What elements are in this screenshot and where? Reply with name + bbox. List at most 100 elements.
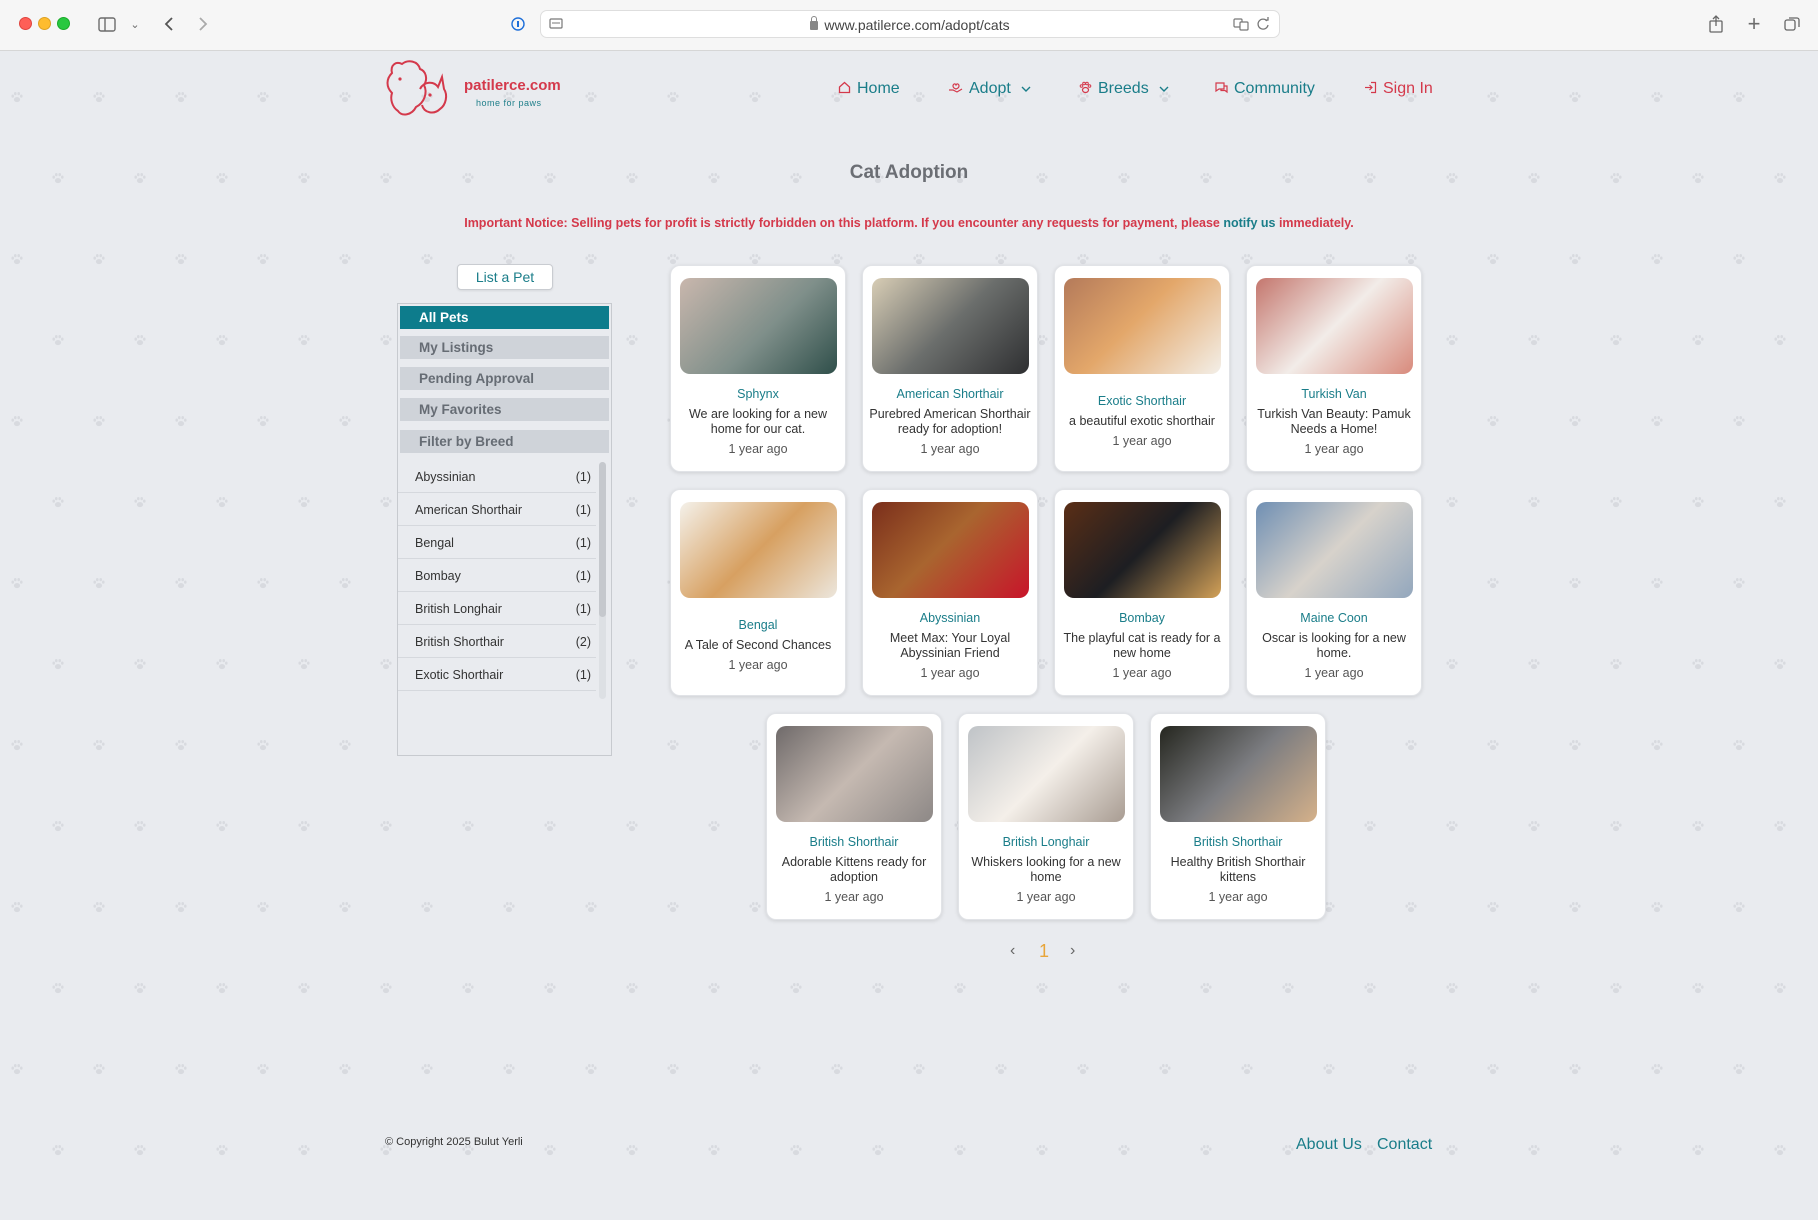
pet-card[interactable]: Bengal A Tale of Second Chances 1 year ago	[670, 489, 846, 696]
pet-photo[interactable]	[968, 726, 1125, 822]
paw-print-icon	[380, 334, 392, 346]
paw-print-icon	[995, 253, 1007, 265]
tab-all-pets[interactable]: All Pets	[400, 306, 609, 329]
breed-filter-item[interactable]: Bombay (1)	[398, 559, 596, 592]
pet-photo[interactable]	[1064, 278, 1221, 374]
breed-filter-item[interactable]: American Shorthair (1)	[398, 493, 596, 526]
pet-card[interactable]: American Shorthair Purebred American Shor…	[862, 265, 1038, 472]
pet-card[interactable]: Abyssinian Meet Max: Your Loyal Abyssinia…	[862, 489, 1038, 696]
pet-card-text: Turkish Van Turkish Van Beauty: Pamuk Nee…	[1253, 387, 1415, 457]
pet-breed[interactable]: American Shorthair	[869, 387, 1031, 402]
pet-photo[interactable]	[872, 278, 1029, 374]
tab-overview-icon[interactable]	[1782, 13, 1802, 35]
previous-page-button[interactable]: ‹	[1010, 942, 1015, 960]
breed-filter-item[interactable]: British Shorthair (2)	[398, 625, 596, 658]
paw-print-icon	[626, 820, 638, 832]
current-page-number[interactable]: 1	[1039, 941, 1049, 962]
paw-print-icon	[667, 901, 679, 913]
address-bar[interactable]: www.patilerce.com/adopt/cats	[540, 10, 1280, 38]
pet-description: Purebred American Shorthair ready for ad…	[869, 406, 1031, 436]
pet-breed[interactable]: British Shorthair	[1157, 835, 1319, 850]
pet-photo[interactable]	[680, 502, 837, 598]
pet-breed[interactable]: Sphynx	[677, 387, 839, 402]
pet-card[interactable]: British Longhair Whiskers looking for a n…	[958, 713, 1134, 920]
breed-list-scrollbar[interactable]	[599, 462, 606, 699]
pet-breed[interactable]: British Shorthair	[773, 835, 935, 850]
nav-home[interactable]: Home	[838, 80, 900, 98]
new-tab-icon[interactable]: +	[1744, 11, 1764, 36]
contact-link[interactable]: Contact	[1377, 1136, 1432, 1154]
forward-icon[interactable]	[194, 13, 212, 35]
scrollbar-thumb[interactable]	[599, 462, 606, 617]
pet-breed[interactable]: British Longhair	[965, 835, 1127, 850]
breed-filter-item[interactable]: Abyssinian (1)	[398, 460, 596, 493]
pet-photo[interactable]	[776, 726, 933, 822]
list-a-pet-button[interactable]: List a Pet	[457, 264, 553, 290]
notice-text-end: immediately.	[1278, 216, 1354, 230]
close-window-button[interactable]	[19, 17, 32, 30]
about-us-link[interactable]: About Us	[1296, 1136, 1362, 1154]
pet-photo[interactable]	[680, 278, 837, 374]
share-icon[interactable]	[1706, 13, 1726, 35]
pet-photo[interactable]	[1256, 278, 1413, 374]
paw-print-icon	[1487, 1063, 1499, 1075]
next-page-button[interactable]: ›	[1070, 942, 1075, 960]
pet-breed[interactable]: Turkish Van	[1253, 387, 1415, 402]
paw-print-icon	[1487, 577, 1499, 589]
paw-print-icon	[585, 901, 597, 913]
breed-filter-item[interactable]: Exotic Shorthair (1)	[398, 658, 596, 691]
reload-icon[interactable]	[1256, 17, 1270, 36]
paw-print-icon	[544, 1144, 556, 1156]
translate-icon[interactable]	[1233, 17, 1249, 36]
breed-filter-item[interactable]: British Longhair (1)	[398, 592, 596, 625]
pet-breed[interactable]: Abyssinian	[869, 611, 1031, 626]
paw-print-icon	[257, 415, 269, 427]
breed-filter-item[interactable]: Bengal (1)	[398, 526, 596, 559]
paw-print-icon	[1446, 334, 1458, 346]
filter-by-breed-header[interactable]: Filter by Breed	[400, 430, 609, 453]
pet-card-text: Abyssinian Meet Max: Your Loyal Abyssinia…	[869, 611, 1031, 681]
paw-print-icon	[1733, 91, 1745, 103]
nav-breeds[interactable]: Breeds	[1079, 80, 1169, 98]
pet-breed[interactable]: Exotic Shorthair	[1061, 394, 1223, 409]
pet-card[interactable]: Bombay The playful cat is ready for a new…	[1054, 489, 1230, 696]
pet-photo[interactable]	[872, 502, 1029, 598]
tab-my-listings[interactable]: My Listings	[400, 336, 609, 359]
pet-card[interactable]: Exotic Shorthair a beautiful exotic short…	[1054, 265, 1230, 472]
back-icon[interactable]	[160, 13, 178, 35]
paw-print-icon	[93, 577, 105, 589]
paw-print-icon	[1528, 982, 1540, 994]
pet-card[interactable]: British Shorthair Healthy British Shortha…	[1150, 713, 1326, 920]
pet-card[interactable]: British Shorthair Adorable Kittens ready …	[766, 713, 942, 920]
pet-card[interactable]: Turkish Van Turkish Van Beauty: Pamuk Nee…	[1246, 265, 1422, 472]
paw-print-icon	[1405, 739, 1417, 751]
minimize-window-button[interactable]	[38, 17, 51, 30]
pet-photo[interactable]	[1064, 502, 1221, 598]
paw-print-icon	[1774, 820, 1786, 832]
sidebar-toggle-icon[interactable]	[96, 13, 118, 35]
paw-print-icon	[93, 901, 105, 913]
pet-card[interactable]: Sphynx We are looking for a new home for …	[670, 265, 846, 472]
pet-breed[interactable]: Bombay	[1061, 611, 1223, 626]
nav-community[interactable]: Community	[1214, 80, 1315, 98]
notify-us-link[interactable]: notify us	[1223, 216, 1275, 230]
chevron-down-icon[interactable]: ⌄	[128, 13, 142, 35]
paw-print-icon	[1610, 982, 1622, 994]
nav-signin[interactable]: Sign In	[1364, 80, 1433, 98]
tab-pending-approval[interactable]: Pending Approval	[400, 367, 609, 390]
paw-print-icon	[1487, 91, 1499, 103]
tab-my-favorites[interactable]: My Favorites	[400, 398, 609, 421]
pet-posted-time: 1 year ago	[920, 665, 980, 680]
pet-breed[interactable]: Bengal	[677, 618, 839, 633]
pet-card[interactable]: Maine Coon Oscar is looking for a new hom…	[1246, 489, 1422, 696]
pet-photo[interactable]	[1256, 502, 1413, 598]
paw-print-icon	[872, 982, 884, 994]
privacy-report-icon[interactable]	[508, 13, 528, 35]
maximize-window-button[interactable]	[57, 17, 70, 30]
breed-count: (1)	[575, 668, 591, 682]
pet-photo[interactable]	[1160, 726, 1317, 822]
site-logo[interactable]: patilerce.com home for paws	[384, 55, 584, 125]
pet-breed[interactable]: Maine Coon	[1253, 611, 1415, 626]
nav-adopt[interactable]: Adopt	[948, 80, 1031, 98]
paw-print-icon	[667, 739, 679, 751]
